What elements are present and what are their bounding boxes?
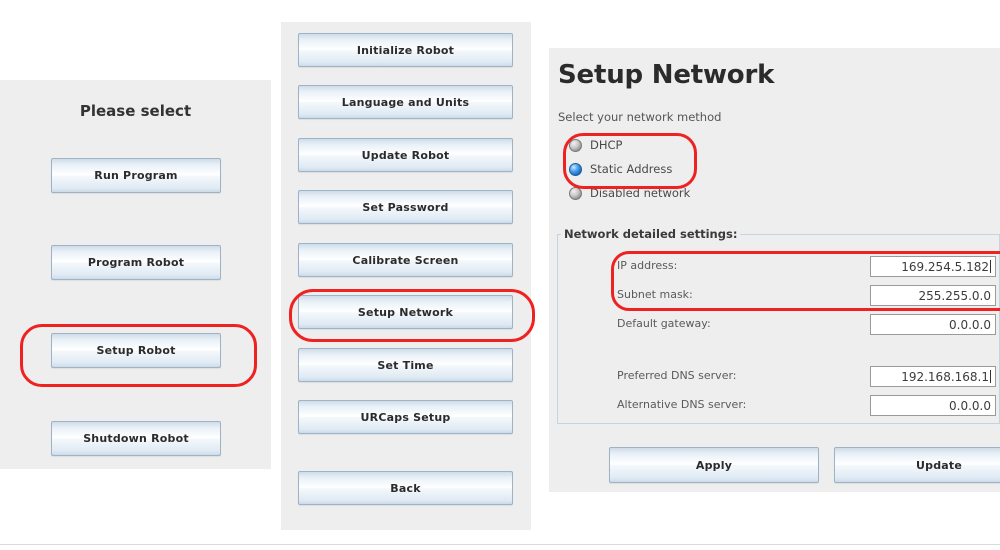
default-gateway-value: 0.0.0.0 <box>949 317 991 332</box>
set-password-button[interactable]: Set Password <box>298 190 513 224</box>
ip-address-input[interactable]: 169.254.5.182 <box>870 256 996 277</box>
shutdown-robot-button[interactable]: Shutdown Robot <box>51 421 221 456</box>
alternative-dns-value: 0.0.0.0 <box>949 398 991 413</box>
field-row-subnet-mask: Subnet mask: 255.255.0.0 <box>617 285 996 306</box>
radio-disabled-network-label: Disabled network <box>590 186 691 200</box>
update-robot-label: Update Robot <box>361 148 450 162</box>
program-robot-button[interactable]: Program Robot <box>51 245 221 280</box>
ip-address-value: 169.254.5.182 <box>901 259 989 274</box>
run-program-label: Run Program <box>94 169 178 182</box>
preferred-dns-value: 192.168.168.1 <box>901 369 989 384</box>
language-and-units-label: Language and Units <box>341 95 470 109</box>
alternative-dns-label: Alternative DNS server: <box>617 398 747 411</box>
text-caret <box>990 370 991 383</box>
subnet-mask-input[interactable]: 255.255.0.0 <box>870 285 996 306</box>
program-robot-label: Program Robot <box>87 256 185 269</box>
urcaps-setup-label: URCaps Setup <box>360 410 451 424</box>
subnet-mask-value: 255.255.0.0 <box>918 288 991 303</box>
back-label: Back <box>390 481 421 495</box>
radio-static-address-icon <box>569 162 582 176</box>
field-row-preferred-dns: Preferred DNS server: 192.168.168.1 <box>617 366 996 387</box>
radio-dhcp-icon <box>569 138 582 152</box>
alternative-dns-input[interactable]: 0.0.0.0 <box>870 395 996 416</box>
screenshot-root: Please select Run Program Program Robot … <box>0 0 1000 550</box>
field-row-ip-address: IP address: 169.254.5.182 <box>617 256 996 277</box>
please-select-heading: Please select <box>79 102 192 120</box>
setup-network-button[interactable]: Setup Network <box>298 295 513 329</box>
shutdown-robot-label: Shutdown Robot <box>83 432 189 445</box>
setup-robot-button[interactable]: Setup Robot <box>51 333 221 368</box>
update-robot-button[interactable]: Update Robot <box>298 138 513 172</box>
radio-dhcp-label: DHCP <box>590 138 623 152</box>
run-program-button[interactable]: Run Program <box>51 158 221 193</box>
radio-option-dhcp[interactable]: DHCP <box>569 136 622 154</box>
radio-disabled-network-icon <box>569 186 582 200</box>
default-gateway-label: Default gateway: <box>617 317 711 330</box>
group-border-right <box>734 234 1000 235</box>
preferred-dns-label: Preferred DNS server: <box>617 369 737 382</box>
language-and-units-button[interactable]: Language and Units <box>298 85 513 119</box>
field-row-default-gateway: Default gateway: 0.0.0.0 <box>617 314 996 335</box>
back-button[interactable]: Back <box>298 471 513 505</box>
set-time-label: Set Time <box>377 358 434 372</box>
setup-robot-menu-panel: Initialize Robot Language and Units Upda… <box>281 22 531 530</box>
set-password-label: Set Password <box>362 200 449 214</box>
footer-divider <box>0 544 1000 545</box>
radio-static-address-label: Static Address <box>590 162 673 176</box>
radio-option-disabled-network[interactable]: Disabled network <box>569 184 690 202</box>
text-caret <box>990 260 991 273</box>
update-label: Update <box>915 458 963 472</box>
setup-network-panel: Setup Network Select your network method… <box>549 48 1000 492</box>
initialize-robot-label: Initialize Robot <box>356 43 455 57</box>
network-detailed-settings-title: Network detailed settings: <box>561 227 741 241</box>
urcaps-setup-button[interactable]: URCaps Setup <box>298 400 513 434</box>
page-title: Setup Network <box>558 60 775 90</box>
apply-button[interactable]: Apply <box>609 447 819 483</box>
field-row-alternative-dns: Alternative DNS server: 0.0.0.0 <box>617 395 996 416</box>
initialize-robot-button[interactable]: Initialize Robot <box>298 33 513 67</box>
default-gateway-input[interactable]: 0.0.0.0 <box>870 314 996 335</box>
update-button[interactable]: Update <box>834 447 1000 483</box>
calibrate-screen-button[interactable]: Calibrate Screen <box>298 243 513 277</box>
apply-label: Apply <box>695 458 733 472</box>
ip-address-label: IP address: <box>617 259 678 272</box>
network-method-prompt: Select your network method <box>558 110 722 124</box>
setup-robot-label: Setup Robot <box>96 344 176 357</box>
radio-option-static-address[interactable]: Static Address <box>569 160 672 178</box>
subnet-mask-label: Subnet mask: <box>617 288 693 301</box>
set-time-button[interactable]: Set Time <box>298 348 513 382</box>
please-select-panel: Please select Run Program Program Robot … <box>0 80 271 469</box>
setup-network-label: Setup Network <box>357 305 454 319</box>
preferred-dns-input[interactable]: 192.168.168.1 <box>870 366 996 387</box>
calibrate-screen-label: Calibrate Screen <box>352 253 459 267</box>
